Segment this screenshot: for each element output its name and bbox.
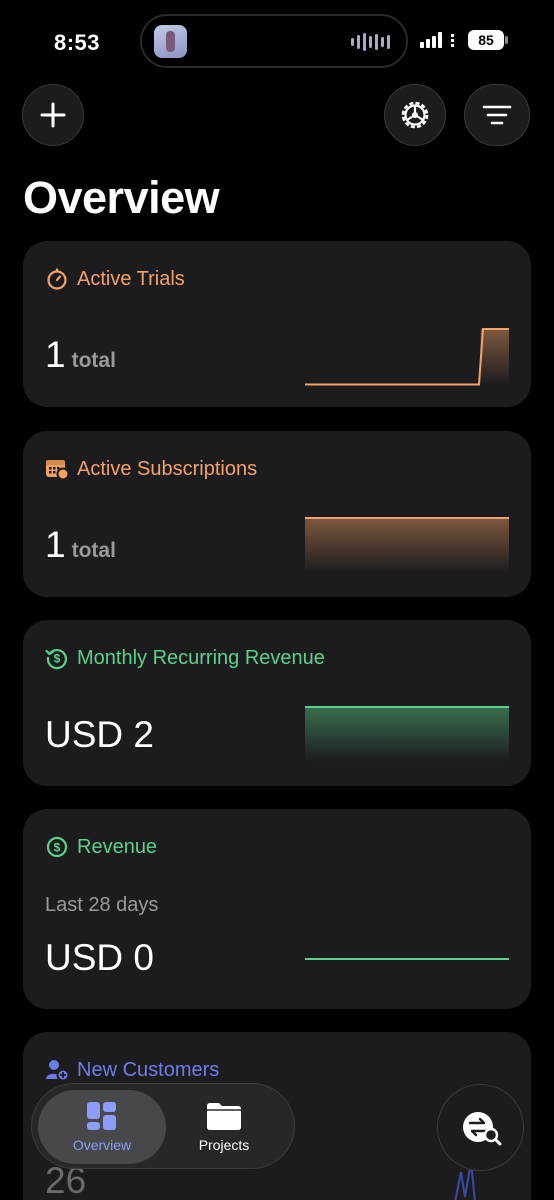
card-header: Active Trials (45, 267, 185, 291)
card-header: $ Monthly Recurring Revenue (45, 646, 325, 670)
card-title: Active Trials (77, 267, 185, 290)
tab-projects[interactable]: Projects (160, 1090, 288, 1164)
revenue-period: Last 28 days (45, 894, 159, 916)
subscriptions-value-row: 1 total (45, 524, 116, 566)
battery-indicator: 85 (468, 30, 508, 50)
mrr-value: USD 2 (45, 714, 154, 755)
tab-overview[interactable]: Overview (38, 1090, 166, 1164)
gear-icon (401, 101, 429, 129)
revenue-sparkline (305, 958, 509, 960)
swap-search-icon (462, 1111, 501, 1145)
card-header: $ Revenue (45, 835, 157, 859)
status-time: 8:53 (54, 30, 101, 55)
recurring-dollar-icon: $ (45, 646, 69, 670)
svg-text:$: $ (54, 841, 61, 855)
status-indicators: 85 (420, 30, 508, 50)
cellular-signal-icon (420, 32, 442, 48)
filter-lines-icon (482, 105, 512, 125)
calendar-subscription-icon (45, 457, 69, 481)
svg-text:$: $ (54, 652, 61, 666)
card-title: Revenue (77, 835, 158, 858)
card-header: New Customers (45, 1058, 219, 1082)
mrr-card[interactable]: $ Monthly Recurring Revenue USD 2 (23, 620, 531, 786)
dashboard-grid-icon (87, 1102, 116, 1130)
trials-unit: total (71, 349, 116, 372)
revenue-card[interactable]: $ Revenue Last 28 days USD 0 (23, 809, 531, 1009)
tab-overview-label: Overview (72, 1137, 132, 1153)
subscriptions-unit: total (71, 539, 116, 562)
trials-sparkline (305, 328, 509, 386)
active-trials-card[interactable]: Active Trials 1 total (23, 241, 531, 407)
active-subscriptions-card[interactable]: Active Subscriptions 1 total (23, 431, 531, 597)
timer-icon (45, 267, 69, 291)
card-title: New Customers (77, 1058, 220, 1081)
dynamic-island[interactable] (140, 14, 408, 68)
add-person-icon (45, 1058, 69, 1082)
trials-value: 1 (45, 334, 66, 375)
settings-button[interactable] (384, 84, 446, 146)
subscriptions-value: 1 (45, 524, 66, 565)
now-playing-thumbnail (154, 25, 187, 58)
status-bar: 8:53 85 (0, 0, 554, 80)
filter-button[interactable] (464, 84, 530, 146)
page-title: Overview (23, 172, 220, 223)
plus-icon (40, 102, 66, 128)
wifi-icon (451, 34, 454, 47)
trials-value-row: 1 total (45, 334, 116, 376)
card-title: Monthly Recurring Revenue (77, 646, 325, 669)
tab-projects-label: Projects (198, 1137, 250, 1153)
audio-waveform-icon (351, 32, 390, 52)
subscriptions-sparkline (305, 517, 509, 573)
add-button[interactable] (22, 84, 84, 146)
search-customers-button[interactable] (437, 1084, 524, 1171)
folder-icon (207, 1103, 241, 1130)
mrr-sparkline (305, 706, 509, 762)
tab-bar: Overview Projects (31, 1083, 295, 1169)
card-header: Active Subscriptions (45, 457, 257, 481)
revenue-value: USD 0 (45, 937, 154, 978)
dollar-circle-icon: $ (45, 835, 69, 859)
card-title: Active Subscriptions (77, 457, 258, 480)
